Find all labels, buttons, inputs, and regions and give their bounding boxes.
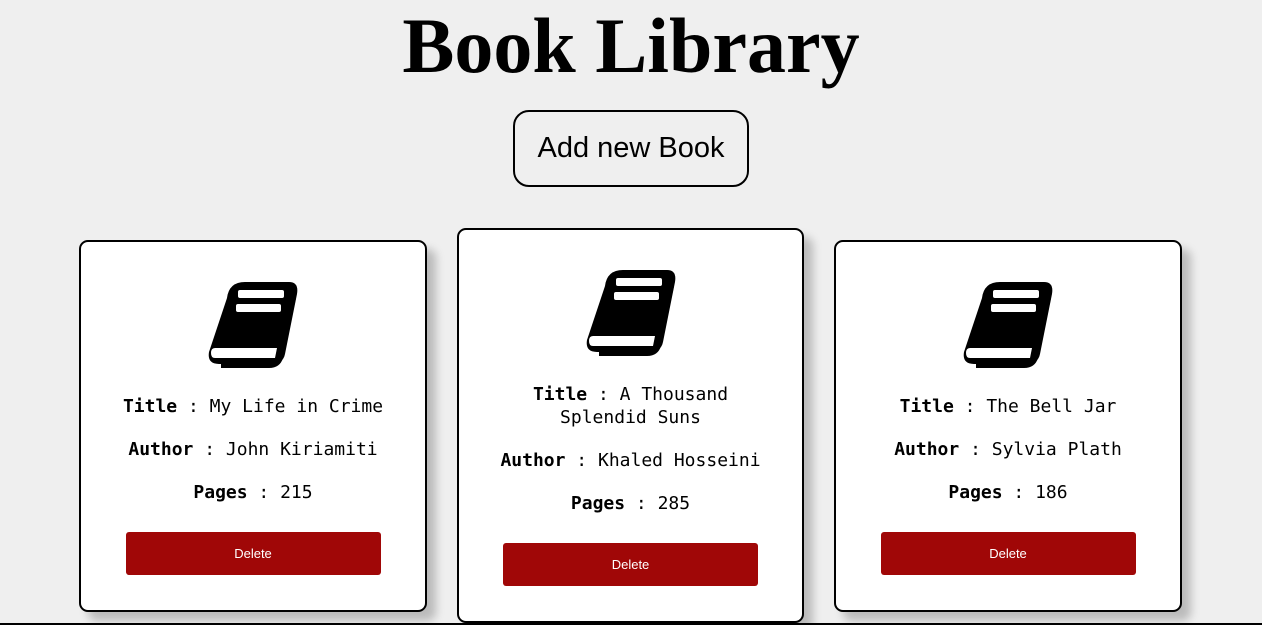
pages-label: Pages (948, 482, 1003, 503)
author-label: Author (500, 450, 566, 471)
book-title-row: Title : My Life in Crime (103, 395, 403, 418)
book-author-row: Author : Khaled Hosseini (481, 449, 781, 472)
author-label: Author (894, 439, 960, 460)
delete-button[interactable]: Delete (125, 532, 381, 575)
delete-button[interactable]: Delete (880, 532, 1136, 575)
book-author: Sylvia Plath (991, 439, 1122, 460)
book-card: Title : The Bell Jar Author : Sylvia Pla… (834, 240, 1182, 612)
title-label: Title (532, 384, 588, 405)
separator: : (1002, 482, 1036, 503)
book-title: My Life in Crime (209, 396, 384, 417)
book-author: John Kiriamiti (225, 439, 378, 460)
title-label: Title (122, 396, 178, 417)
book-card: Title : My Life in Crime Author : John K… (79, 240, 427, 612)
book-icon (960, 278, 1056, 368)
separator: : (625, 493, 658, 514)
author-label: Author (128, 439, 194, 460)
book-author-row: Author : John Kiriamiti (103, 438, 403, 461)
delete-button[interactable]: Delete (503, 543, 758, 586)
book-title-row: Title : The Bell Jar (858, 395, 1158, 418)
book-pages: 285 (657, 493, 691, 514)
book-pages-row: Pages : 186 (858, 481, 1158, 504)
book-title-row: Title : A Thousand Splendid Suns (501, 383, 761, 429)
separator: : (953, 396, 987, 417)
pages-label: Pages (570, 493, 626, 514)
book-icon (583, 266, 679, 356)
book-author-row: Author : Sylvia Plath (858, 438, 1158, 461)
book-title: The Bell Jar (986, 396, 1117, 417)
title-label: Title (899, 396, 954, 417)
separator: : (959, 439, 992, 460)
separator: : (247, 482, 281, 503)
separator: : (177, 396, 210, 417)
pages-label: Pages (193, 482, 248, 503)
book-pages: 215 (280, 482, 313, 503)
add-new-book-button[interactable]: Add new Book (513, 110, 749, 187)
separator: : (565, 450, 598, 471)
separator: : (193, 439, 226, 460)
book-pages: 186 (1035, 482, 1068, 503)
book-icon (205, 278, 301, 368)
page-title: Book Library (402, 2, 860, 89)
separator: : (587, 384, 620, 405)
book-author: Khaled Hosseini (597, 450, 761, 471)
book-pages-row: Pages : 285 (481, 492, 781, 515)
book-card: Title : A Thousand Splendid Suns Author … (457, 228, 804, 623)
book-pages-row: Pages : 215 (103, 481, 403, 504)
